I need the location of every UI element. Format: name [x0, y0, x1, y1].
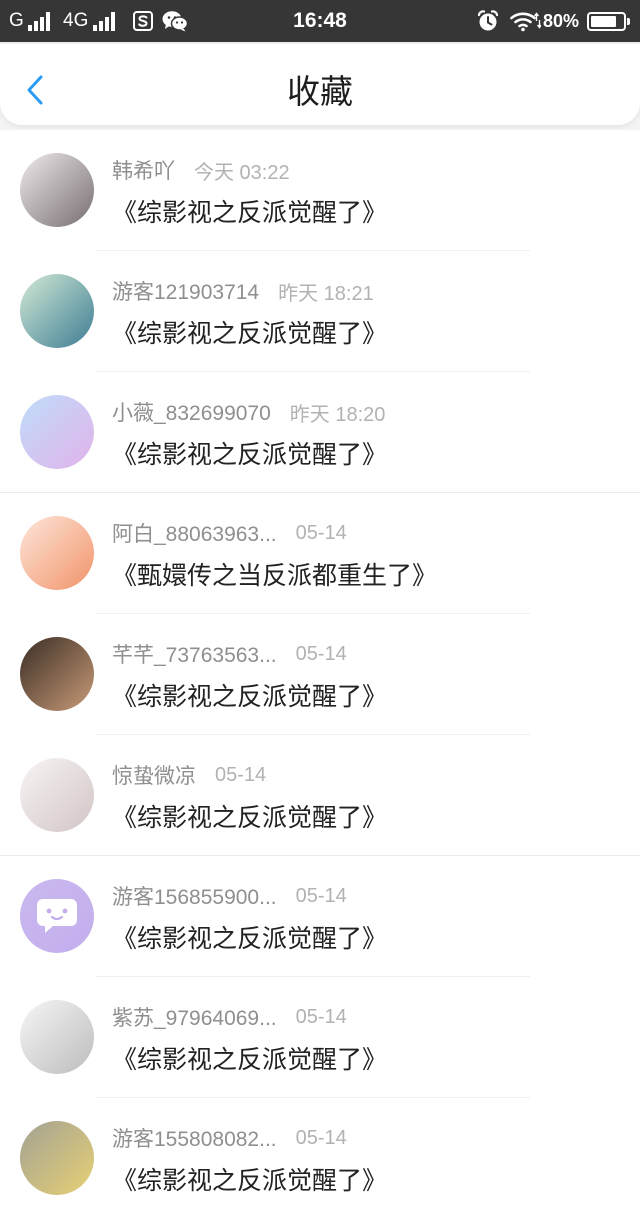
item-time: 05-14 — [295, 521, 347, 544]
battery-label: 80% — [543, 11, 580, 31]
user-name: 小薇_832699070 — [112, 402, 271, 425]
signal-icon — [28, 0, 54, 42]
avatar[interactable] — [20, 274, 94, 348]
user-name: 惊蛰微凉 — [112, 765, 196, 788]
item-meta: 惊蛰微凉 05-14 — [112, 761, 266, 789]
item-meta: 游客121903714 昨天 18:21 — [112, 277, 374, 305]
network-label-2: 4G — [63, 10, 89, 31]
item-meta: 游客155808082... 05-14 — [112, 1124, 347, 1152]
chevron-left-icon[interactable] — [25, 74, 45, 106]
user-name: 芊芊_73763563... — [112, 644, 277, 667]
avatar[interactable] — [20, 1000, 94, 1074]
list-item[interactable]: 游客155808082... 05-14 《综影视之反派觉醒了》 — [0, 1098, 640, 1205]
item-meta: 游客156855900... 05-14 — [112, 882, 347, 910]
battery-tip — [627, 18, 630, 25]
user-name: 阿白_88063963... — [112, 523, 277, 546]
battery-level — [591, 16, 616, 27]
signal-icon — [93, 0, 119, 42]
user-name: 游客121903714 — [112, 281, 260, 304]
user-name: 韩希吖 — [112, 160, 175, 183]
user-name: 紫苏_97964069... — [112, 1007, 277, 1030]
list-item[interactable]: 小薇_832699070 昨天 18:20 《综影视之反派觉醒了》 — [0, 372, 640, 493]
user-name: 游客155808082... — [112, 1128, 277, 1151]
avatar[interactable] — [20, 1121, 94, 1195]
wechat-icon — [162, 0, 188, 42]
avatar[interactable] — [20, 637, 94, 711]
favorites-screen: G 4G 16:48 80% 收藏 韩希吖 今天 03:22 《综影视之反派觉醒… — [0, 0, 640, 1205]
list-item[interactable]: 游客121903714 昨天 18:21 《综影视之反派觉醒了》 — [0, 251, 640, 372]
item-meta: 紫苏_97964069... 05-14 — [112, 1003, 347, 1031]
item-meta: 韩希吖 今天 03:22 — [112, 156, 290, 184]
s-app-icon — [133, 0, 153, 42]
avatar[interactable] — [20, 516, 94, 590]
chat-bubble-icon — [37, 899, 77, 933]
avatar[interactable] — [20, 395, 94, 469]
network-type-1: G — [9, 0, 24, 42]
item-meta: 芊芊_73763563... 05-14 — [112, 640, 347, 668]
favorites-list: 韩希吖 今天 03:22 《综影视之反派觉醒了》 游客121903714 昨天 … — [0, 130, 640, 1205]
item-time: 05-14 — [295, 1005, 347, 1028]
item-time: 05-14 — [295, 642, 347, 665]
wifi-icon — [510, 0, 541, 42]
page-title: 收藏 — [287, 73, 353, 110]
item-meta: 小薇_832699070 昨天 18:20 — [112, 398, 385, 426]
list-item[interactable]: 游客156855900... 05-14 《综影视之反派觉醒了》 — [0, 856, 640, 977]
avatar[interactable] — [20, 758, 94, 832]
battery-icon — [587, 12, 630, 31]
item-time: 05-14 — [295, 1126, 347, 1149]
book-title: 《甄嬛传之当反派都重生了》 — [112, 562, 438, 590]
book-title: 《综影视之反派觉醒了》 — [112, 804, 388, 832]
item-meta: 阿白_88063963... 05-14 — [112, 519, 347, 547]
book-title: 《综影视之反派觉醒了》 — [112, 199, 388, 227]
item-time: 05-14 — [295, 884, 347, 907]
network-type-2: 4G — [63, 0, 88, 42]
back-button[interactable] — [18, 70, 52, 110]
book-title: 《综影视之反派觉醒了》 — [112, 925, 388, 953]
book-title: 《综影视之反派觉醒了》 — [112, 1046, 388, 1074]
item-time: 昨天 18:20 — [289, 403, 386, 426]
user-name: 游客156855900... — [112, 886, 277, 909]
battery-percent: 80% — [543, 0, 579, 42]
item-time: 今天 03:22 — [194, 161, 290, 184]
avatar[interactable] — [20, 879, 94, 953]
alarm-icon — [477, 0, 499, 42]
book-title: 《综影视之反派觉醒了》 — [112, 441, 388, 469]
item-time: 昨天 18:21 — [278, 282, 374, 305]
book-title: 《综影视之反派觉醒了》 — [112, 683, 388, 711]
list-item[interactable]: 阿白_88063963... 05-14 《甄嬛传之当反派都重生了》 — [0, 493, 640, 614]
nav-header: 收藏 — [0, 42, 640, 125]
book-title: 《综影视之反派觉醒了》 — [112, 320, 388, 348]
item-time: 05-14 — [215, 763, 267, 786]
status-bar: G 4G 16:48 80% — [0, 0, 640, 42]
avatar[interactable] — [20, 153, 94, 227]
list-item[interactable]: 韩希吖 今天 03:22 《综影视之反派觉醒了》 — [0, 130, 640, 251]
book-title: 《综影视之反派觉醒了》 — [112, 1167, 388, 1195]
list-item[interactable]: 芊芊_73763563... 05-14 《综影视之反派觉醒了》 — [0, 614, 640, 735]
list-item[interactable]: 惊蛰微凉 05-14 《综影视之反派觉醒了》 — [0, 735, 640, 856]
list-item[interactable]: 紫苏_97964069... 05-14 《综影视之反派觉醒了》 — [0, 977, 640, 1098]
network-label-1: G — [9, 10, 24, 31]
